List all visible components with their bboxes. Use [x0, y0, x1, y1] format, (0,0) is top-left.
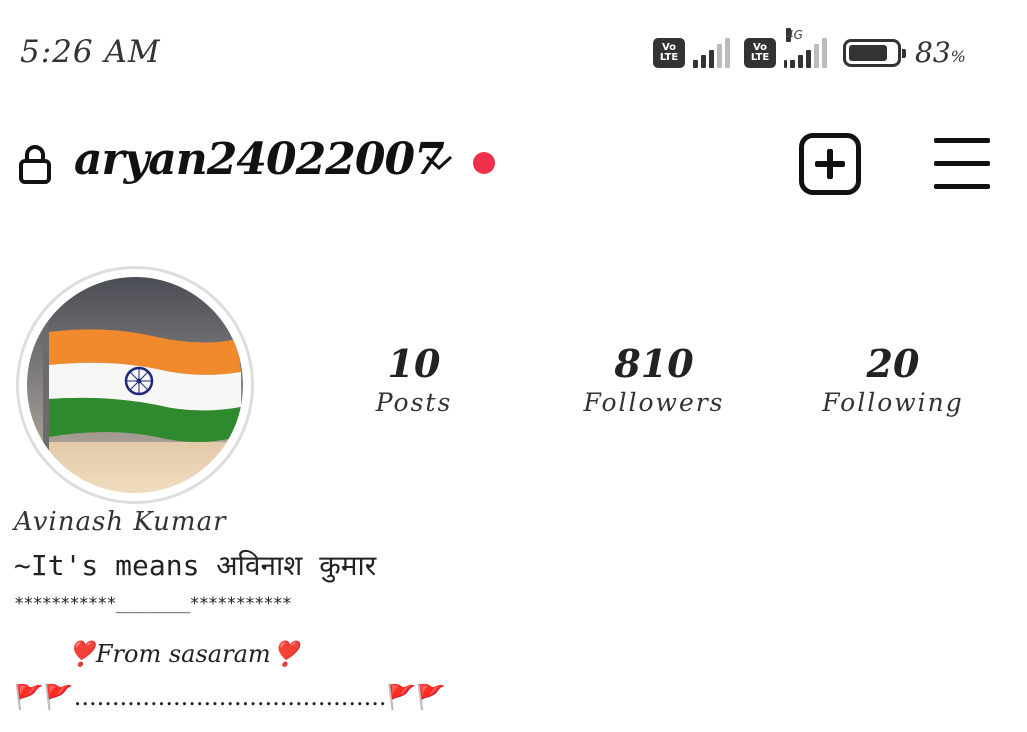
stat-following[interactable]: 20 Following [803, 342, 983, 420]
profile-username[interactable]: aryan24022007 [74, 134, 445, 185]
battery-percentage: 83% [915, 36, 966, 69]
volte-badge-sim1: Vo LTE [653, 37, 685, 68]
stat-followers-label: Followers [583, 388, 725, 417]
profile-display-name: Avinash Kumar [14, 507, 227, 537]
hamburger-menu-button[interactable] [934, 138, 990, 190]
chevron-down-icon[interactable] [424, 152, 454, 172]
signal-strength-sim1-icon [693, 37, 730, 68]
volte-badge-sim2: Vo LTE [744, 37, 776, 68]
stat-following-value: 20 [866, 341, 920, 386]
bio-line-flags: 🚩🚩......................................… [14, 683, 447, 711]
stat-posts-label: Posts [375, 388, 453, 417]
stat-followers-value: 810 [614, 341, 694, 386]
status-indicators: Vo LTE Vo LTE 4G 83% [653, 27, 966, 69]
avatar[interactable] [27, 277, 243, 493]
bio-line-location: ❣️From sasaram❣️ [66, 640, 301, 668]
battery-icon [843, 38, 906, 67]
lock-icon [19, 145, 51, 184]
bio-line-meaning: ~It's means अविनाश कुमार [14, 549, 377, 582]
stat-posts-value: 10 [387, 341, 441, 386]
network-type-label: 4G [786, 27, 803, 42]
signal-strength-sim2-icon: 4G [784, 27, 827, 68]
stat-following-label: Following [822, 388, 964, 417]
bio-line-separator: ***********________*********** [14, 594, 292, 614]
indian-flag-profile-picture [27, 277, 243, 493]
stat-followers[interactable]: 810 Followers [564, 342, 744, 420]
status-time: 5:26 AM [20, 34, 161, 70]
create-new-button[interactable] [799, 133, 861, 195]
stat-posts[interactable]: 10 Posts [324, 342, 504, 420]
battery-fill [849, 44, 888, 61]
notification-dot [473, 152, 495, 174]
